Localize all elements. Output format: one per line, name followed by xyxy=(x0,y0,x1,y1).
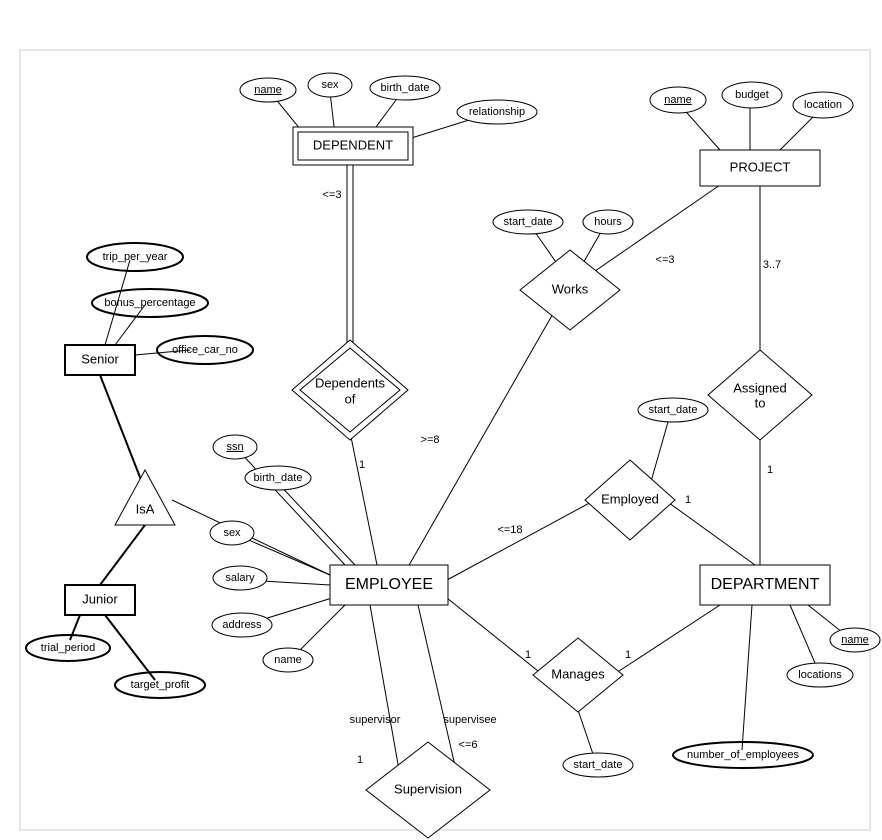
attr-proj-name: name xyxy=(650,87,706,113)
attr-dep-sex-label: sex xyxy=(321,79,339,91)
label-le6: <=6 xyxy=(459,739,478,751)
attr-proj-budget-label: budget xyxy=(735,89,769,101)
label-one-employed: 1 xyxy=(685,494,691,506)
attr-dep-name-label: name xyxy=(254,84,282,96)
attr-emp-address: address xyxy=(212,613,272,637)
attr-works-hours: hours xyxy=(583,210,633,234)
attr-senior-trip-label: trip_per_year xyxy=(103,251,168,263)
attr-proj-name-label: name xyxy=(664,94,692,106)
entity-department: DEPARTMENT xyxy=(700,565,830,605)
label-one-depof: 1 xyxy=(359,459,365,471)
attr-dep-relationship: relationship xyxy=(457,100,537,124)
entity-junior-label: Junior xyxy=(82,591,118,606)
label-one-sup: 1 xyxy=(357,754,363,766)
entity-junior: Junior xyxy=(65,585,135,615)
attr-emp-ssn-label: ssn xyxy=(226,441,243,453)
attr-senior-bonus-label: bonus_percentage xyxy=(104,297,195,309)
attr-dept-name-label: name xyxy=(841,634,869,646)
label-works-le3: <=3 xyxy=(656,254,675,266)
entity-project: PROJECT xyxy=(700,150,820,186)
label-supervisor: supervisor xyxy=(350,714,401,726)
rel-supervision-label: Supervision xyxy=(394,781,462,796)
attr-works-start-date: start_date xyxy=(493,210,563,234)
attr-emp-birth-date: birth_date xyxy=(245,466,311,490)
attr-works-start-date-label: start_date xyxy=(504,216,553,228)
attr-dep-birth-date-label: birth_date xyxy=(381,82,430,94)
attr-proj-location-label: location xyxy=(804,99,842,111)
label-ge8: >=8 xyxy=(421,434,440,446)
entity-employee: EMPLOYEE xyxy=(330,565,448,605)
attr-dept-locations-label: locations xyxy=(798,669,842,681)
attr-emp-sex: sex xyxy=(210,521,254,545)
rel-employed-label: Employed xyxy=(601,491,659,506)
attr-emp-ssn: ssn xyxy=(213,435,257,459)
label-le18: <=18 xyxy=(497,524,522,536)
attr-emp-name: name xyxy=(263,648,313,672)
attr-proj-location: location xyxy=(793,92,853,118)
attr-dep-name: name xyxy=(240,78,296,102)
attr-emp-address-label: address xyxy=(222,619,262,631)
entity-dependent: DEPENDENT xyxy=(293,127,413,165)
er-diagram: DEPENDENT PROJECT Senior Junior EMPLOYEE… xyxy=(0,0,882,840)
entity-senior: Senior xyxy=(65,345,135,375)
rel-assigned-to-label-1: Assigned xyxy=(733,380,786,395)
rel-manages-label: Manages xyxy=(551,666,605,681)
attr-emp-sex-label: sex xyxy=(223,527,241,539)
attr-senior-car-label: office_car_no xyxy=(172,344,238,356)
rel-dependents-of-label-2: of xyxy=(345,391,356,406)
attr-junior-target-label: target_profit xyxy=(131,679,190,691)
attr-dep-relationship-label: relationship xyxy=(469,106,525,118)
entity-project-label: PROJECT xyxy=(730,159,791,174)
rel-isa-label: IsA xyxy=(136,501,155,516)
attr-employed-start-label: start_date xyxy=(649,404,698,416)
attr-manages-start-label: start_date xyxy=(574,759,623,771)
attr-dept-num-emp-label: number_of_employees xyxy=(687,749,799,761)
attr-emp-salary: salary xyxy=(213,566,267,590)
entity-department-label: DEPARTMENT xyxy=(711,576,820,593)
rel-assigned-to-label-2: to xyxy=(755,395,766,410)
attr-dept-name: name xyxy=(830,628,880,652)
attr-junior-trial-label: trial_period xyxy=(41,642,95,654)
attr-emp-name-label: name xyxy=(274,654,302,666)
attr-dept-locations: locations xyxy=(787,663,853,687)
entity-employee-label: EMPLOYEE xyxy=(345,576,433,593)
rel-works-label: Works xyxy=(552,281,589,296)
attr-emp-birth-date-label: birth_date xyxy=(254,472,303,484)
entity-senior-label: Senior xyxy=(81,351,119,366)
attr-dep-birth-date: birth_date xyxy=(370,76,440,100)
label-supervisee: supervisee xyxy=(443,714,496,726)
attr-proj-budget: budget xyxy=(722,82,782,108)
rel-dependents-of-label-1: Dependents xyxy=(315,375,386,390)
label-one-manages-r: 1 xyxy=(625,649,631,661)
attr-dep-sex: sex xyxy=(308,73,352,97)
label-one-assignto: 1 xyxy=(767,464,773,476)
label-one-manages-l: 1 xyxy=(525,649,531,661)
attr-works-hours-label: hours xyxy=(594,216,622,228)
attr-employed-start: start_date xyxy=(638,398,708,422)
attr-emp-salary-label: salary xyxy=(225,572,255,584)
attr-manages-start: start_date xyxy=(563,753,633,777)
label-dep-le3: <=3 xyxy=(323,189,342,201)
label-proj-37: 3..7 xyxy=(763,259,781,271)
entity-dependent-label: DEPENDENT xyxy=(313,137,393,152)
